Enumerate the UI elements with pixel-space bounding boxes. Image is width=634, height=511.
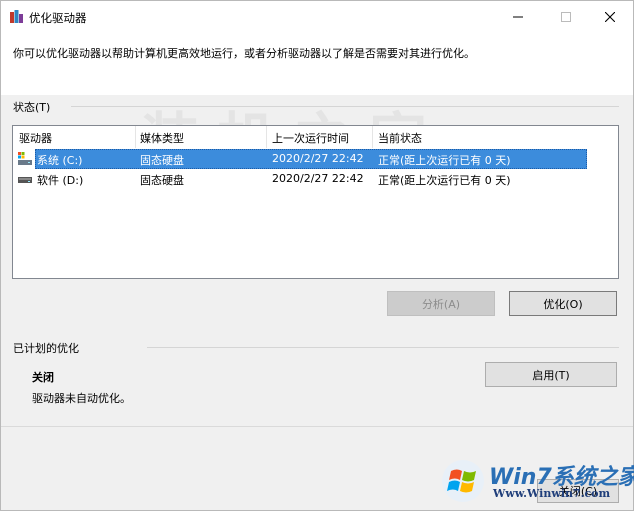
system-drive-icon — [18, 152, 32, 165]
column-separator — [372, 126, 373, 148]
column-separator — [266, 126, 267, 148]
column-media-type[interactable]: 媒体类型 — [140, 130, 184, 146]
drive-name: 软件 (D:) — [37, 174, 84, 187]
close-window-button[interactable] — [587, 1, 633, 33]
drive-name: 系统 (C:) — [37, 154, 83, 167]
analyze-button[interactable]: 分析(A) — [387, 291, 495, 316]
maximize-button[interactable] — [543, 1, 589, 33]
column-last-run[interactable]: 上一次运行时间 — [272, 130, 349, 146]
window-title: 优化驱动器 — [29, 11, 87, 25]
minimize-button[interactable] — [495, 1, 541, 33]
status-section-label: 状态(T) — [13, 101, 51, 114]
drive-media-type: 固态硬盘 — [140, 154, 184, 167]
drive-list-header: 驱动器 媒体类型 上一次运行时间 当前状态 — [13, 126, 618, 148]
logo-url: Www.Winwin7.com — [493, 487, 611, 500]
drive-row-c[interactable]: 系统 (C:) 固态硬盘 2020/2/27 22:42 正常(距上次运行已有 … — [13, 149, 618, 169]
optimize-button[interactable]: 优化(O) — [509, 291, 617, 316]
schedule-description: 驱动器未自动优化。 — [32, 392, 131, 405]
column-current-status[interactable]: 当前状态 — [378, 130, 422, 146]
defrag-app-icon — [10, 10, 23, 23]
column-separator — [135, 126, 136, 148]
optimize-drives-window: 优化驱动器 你可以优化驱动器以帮助计算机更高效地运行，或者分析驱动器以了解是否需… — [0, 0, 634, 511]
drive-icon — [18, 177, 32, 183]
drive-list[interactable]: 驱动器 媒体类型 上一次运行时间 当前状态 系统 (C:) 固态硬盘 2020/… — [12, 125, 619, 279]
title-bar[interactable]: 优化驱动器 — [1, 1, 633, 33]
footer-divider — [1, 426, 633, 427]
schedule-state: 关闭 — [32, 371, 54, 384]
status-divider — [71, 106, 619, 107]
minimize-icon — [513, 16, 523, 18]
drive-row-d[interactable]: 软件 (D:) 固态硬盘 2020/2/27 22:42 正常(距上次运行已有 … — [13, 169, 618, 189]
description-area: 你可以优化驱动器以帮助计算机更高效地运行，或者分析驱动器以了解是否需要对其进行优… — [1, 33, 633, 95]
close-icon — [605, 12, 615, 22]
drive-status: 正常(距上次运行已有 0 天) — [378, 154, 511, 167]
column-drive[interactable]: 驱动器 — [19, 130, 52, 146]
drive-last-run: 2020/2/27 22:42 — [272, 172, 364, 185]
maximize-icon — [561, 12, 571, 22]
drive-last-run: 2020/2/27 22:42 — [272, 152, 364, 165]
enable-schedule-button[interactable]: 启用(T) — [485, 362, 617, 387]
window-description: 你可以优化驱动器以帮助计算机更高效地运行，或者分析驱动器以了解是否需要对其进行优… — [13, 47, 475, 60]
drive-media-type: 固态硬盘 — [140, 174, 184, 187]
drive-status: 正常(距上次运行已有 0 天) — [378, 174, 511, 187]
site-logo: Win7系统之家 Www.Winwin7.com — [441, 453, 634, 509]
scheduled-section-label: 已计划的优化 — [13, 342, 79, 355]
windows-flag-icon — [442, 460, 484, 502]
scheduled-divider — [147, 347, 619, 348]
